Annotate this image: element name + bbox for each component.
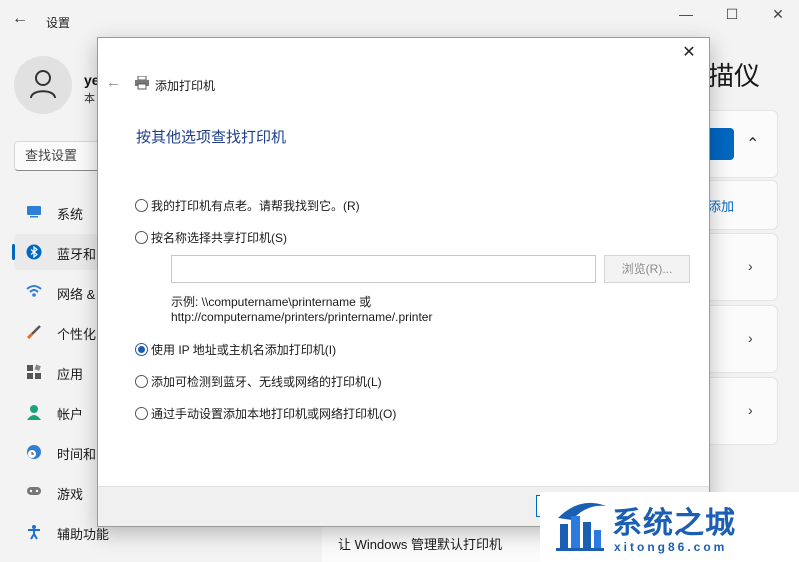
maximize-button[interactable]: ☐ <box>712 6 752 28</box>
printer-icon <box>134 75 150 90</box>
monitor-icon <box>26 204 42 220</box>
chevron-up-icon[interactable]: ⌃ <box>746 134 759 154</box>
sidebar-item-label: 蓝牙和 <box>57 247 97 262</box>
add-manually-link[interactable]: 添加 <box>708 196 734 215</box>
user-icon <box>30 70 56 99</box>
sidebar-item-system[interactable]: 系统 <box>14 194 100 230</box>
sidebar-item-accounts[interactable]: 帐户 <box>14 394 100 430</box>
radio-label-old-printer[interactable]: 我的打印机有点老。请帮我找到它。(R) <box>151 197 360 214</box>
bluetooth-icon <box>26 244 42 260</box>
shared-printer-name-input[interactable] <box>171 255 596 283</box>
accessibility-icon <box>26 524 42 540</box>
dialog-heading: 按其他选项查找打印机 <box>136 129 287 146</box>
dialog-title: 添加打印机 <box>155 79 216 93</box>
sidebar-item-label: 游戏 <box>57 487 84 502</box>
sidebar-item-gaming[interactable]: 游戏 <box>14 474 100 510</box>
active-indicator <box>12 244 15 260</box>
chevron-right-icon: › <box>748 402 753 418</box>
radio-label-shared-printer[interactable]: 按名称选择共享打印机(S) <box>151 229 287 246</box>
radio-old-printer[interactable] <box>135 199 148 212</box>
page-title: 描仪 <box>708 61 761 91</box>
radio-label-manual-settings[interactable]: 通过手动设置添加本地打印机或网络打印机(O) <box>151 405 396 422</box>
close-icon[interactable]: ✕ <box>679 42 699 62</box>
sidebar-item-network[interactable]: 网络 & <box>14 274 100 310</box>
radio-shared-printer[interactable] <box>135 231 148 244</box>
search-input[interactable]: 查找设置 <box>14 141 100 171</box>
watermark-url: xitong86.com <box>614 540 728 554</box>
sidebar-item-label: 个性化 <box>57 327 97 342</box>
brush-icon <box>26 324 42 340</box>
add-printer-dialog: ✕ ← 添加打印机 按其他选项查找打印机 我的打印机有点老。请帮我找到它。(R)… <box>97 37 710 527</box>
back-arrow-icon[interactable]: ← <box>12 10 28 28</box>
default-printer-label: 让 Windows 管理默认打印机 <box>338 537 502 552</box>
sidebar-item-label: 时间和 <box>57 447 97 462</box>
example-text-line-1: 示例: \\computername\printername 或 <box>171 295 372 309</box>
browse-button[interactable]: 浏览(R)... <box>604 255 690 283</box>
sidebar-item-time-language[interactable]: 时间和 <box>14 434 100 470</box>
settings-titlebar: ← 设置 — ☐ ✕ <box>0 0 799 32</box>
wifi-icon <box>26 284 42 300</box>
clock-globe-icon <box>26 444 42 460</box>
sidebar-item-label: 系统 <box>57 207 84 222</box>
sidebar-item-label: 应用 <box>57 367 84 382</box>
back-arrow-icon[interactable]: ← <box>106 74 121 91</box>
window-title: 设置 <box>46 16 71 30</box>
radio-ip-hostname[interactable] <box>135 343 148 356</box>
sidebar-item-label: 网络 & <box>57 287 96 302</box>
sidebar-item-apps[interactable]: 应用 <box>14 354 100 390</box>
chevron-right-icon: › <box>748 258 753 274</box>
sidebar-item-personalization[interactable]: 个性化 <box>14 314 100 350</box>
gamepad-icon <box>26 484 42 500</box>
watermark-text: 系统之城 <box>612 507 736 540</box>
apps-icon <box>26 364 42 380</box>
close-window-button[interactable]: ✕ <box>758 6 798 28</box>
minimize-button[interactable]: — <box>666 6 706 28</box>
account-icon <box>26 404 42 420</box>
radio-manual-settings[interactable] <box>135 407 148 420</box>
default-printer-setting[interactable]: 让 Windows 管理默认打印机 <box>322 526 542 562</box>
radio-detectable-printer[interactable] <box>135 375 148 388</box>
radio-label-ip-hostname[interactable]: 使用 IP 地址或主机名添加打印机(I) <box>151 341 336 358</box>
user-subtitle: 本 <box>84 93 95 105</box>
radio-label-detectable-printer[interactable]: 添加可检测到蓝牙、无线或网络的打印机(L) <box>151 373 382 390</box>
sidebar-item-label: 帐户 <box>57 407 84 422</box>
example-text-line-2: http://computername/printers/printername… <box>171 310 433 324</box>
sidebar-item-bluetooth[interactable]: 蓝牙和 <box>12 234 100 270</box>
watermark-logo-icon <box>556 502 606 551</box>
watermark: 系统之城 xitong86.com <box>540 492 799 562</box>
avatar[interactable] <box>14 56 72 114</box>
sidebar-item-accessibility[interactable]: 辅助功能 <box>14 514 109 550</box>
chevron-right-icon: › <box>748 330 753 346</box>
